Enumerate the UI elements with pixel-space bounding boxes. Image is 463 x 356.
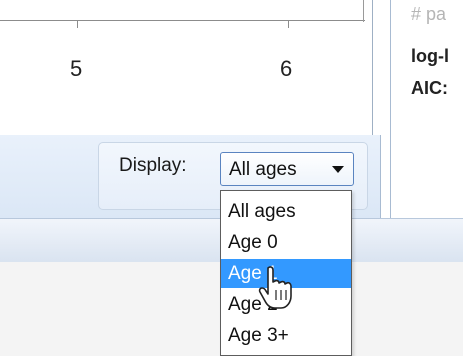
chevron-down-icon[interactable] bbox=[332, 166, 344, 173]
plot-frame-edge bbox=[363, 0, 364, 22]
stats-panel: # pa log-l AIC: bbox=[390, 0, 463, 218]
dropdown-option-age-3plus[interactable]: Age 3+ bbox=[221, 321, 351, 350]
display-label: Display: bbox=[119, 155, 187, 176]
stats-line-loglik: log-l bbox=[411, 46, 449, 66]
x-tick-label: 5 bbox=[70, 56, 83, 81]
app-window: 5 6 # pa log-l AIC: Display: All ages Al… bbox=[0, 0, 463, 356]
stats-line-aic: AIC: bbox=[411, 78, 448, 98]
chart-area: 5 6 bbox=[0, 0, 373, 135]
display-combobox[interactable]: All ages bbox=[220, 152, 354, 186]
x-tick bbox=[77, 20, 78, 28]
hand-cursor-icon bbox=[258, 266, 292, 309]
x-tick-label: 6 bbox=[280, 56, 293, 81]
x-tick bbox=[288, 20, 289, 28]
stats-line-faded: # pa bbox=[411, 4, 447, 24]
dropdown-option-all-ages[interactable]: All ages bbox=[221, 197, 351, 226]
x-axis-line bbox=[0, 20, 365, 21]
dropdown-option-age-0[interactable]: Age 0 bbox=[221, 228, 351, 257]
display-combobox-value: All ages bbox=[229, 159, 297, 180]
